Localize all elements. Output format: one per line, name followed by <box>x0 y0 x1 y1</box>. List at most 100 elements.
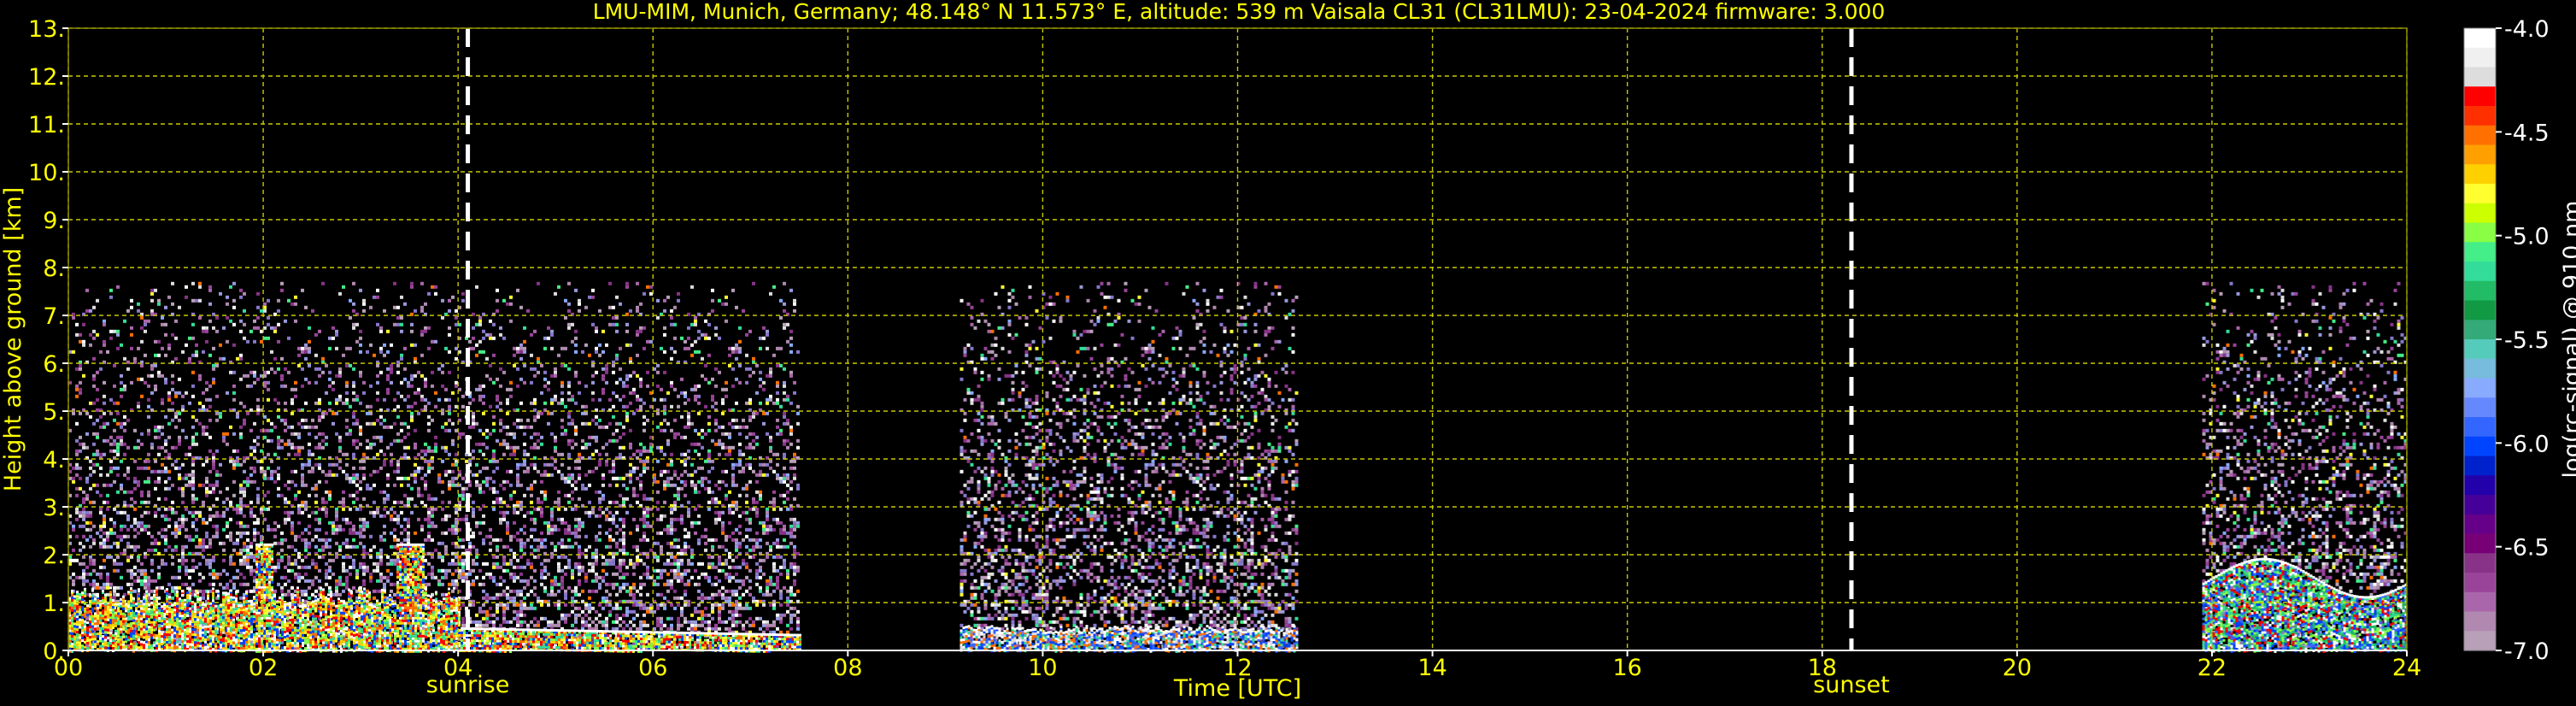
signal-pixel <box>584 384 588 388</box>
signal-pixel <box>290 592 294 597</box>
signal-pixel <box>601 329 605 333</box>
signal-pixel <box>656 582 660 586</box>
signal-pixel <box>96 531 99 535</box>
signal-pixel <box>72 315 75 320</box>
signal-pixel <box>485 356 489 361</box>
signal-pixel <box>232 462 236 467</box>
signal-pixel <box>537 438 540 443</box>
signal-pixel <box>103 401 106 405</box>
signal-pixel <box>608 534 612 538</box>
signal-pixel <box>547 473 550 477</box>
signal-pixel <box>318 521 321 525</box>
signal-pixel <box>229 579 232 583</box>
signal-pixel <box>328 521 332 525</box>
signal-pixel <box>130 572 133 576</box>
signal-pixel <box>352 585 355 590</box>
signal-pixel <box>393 582 396 586</box>
signal-pixel <box>386 374 390 378</box>
signal-pixel <box>359 401 362 405</box>
signal-pixel <box>154 548 157 552</box>
signal-pixel <box>420 305 424 309</box>
signal-pixel <box>523 579 526 583</box>
signal-pixel <box>246 558 249 562</box>
signal-pixel <box>198 315 202 320</box>
signal-pixel <box>167 507 171 511</box>
signal-pixel <box>164 486 167 491</box>
signal-pixel <box>571 575 574 580</box>
signal-pixel <box>414 476 417 480</box>
signal-pixel <box>130 497 133 501</box>
signal-pixel <box>294 380 297 385</box>
signal-pixel <box>489 404 492 409</box>
signal-pixel <box>649 339 653 344</box>
signal-pixel <box>147 582 150 586</box>
signal-pixel <box>492 353 496 357</box>
signal-pixel <box>434 524 437 528</box>
signal-pixel <box>502 517 506 521</box>
signal-pixel <box>516 479 519 484</box>
signal-pixel <box>513 534 516 538</box>
signal-pixel <box>164 541 167 545</box>
signal-pixel <box>219 291 222 296</box>
signal-pixel <box>113 479 116 484</box>
signal-pixel <box>444 346 448 350</box>
signal-pixel <box>386 367 390 371</box>
signal-pixel <box>335 579 338 583</box>
signal-pixel <box>198 483 202 487</box>
signal-pixel <box>455 524 458 528</box>
signal-pixel <box>393 438 396 443</box>
signal-pixel <box>598 343 601 347</box>
signal-pixel <box>89 521 92 525</box>
signal-pixel <box>571 572 574 576</box>
signal-pixel <box>352 479 355 484</box>
signal-pixel <box>130 326 133 330</box>
signal-pixel <box>249 555 253 559</box>
signal-pixel <box>588 295 591 299</box>
signal-pixel <box>564 592 567 597</box>
signal-pixel <box>598 497 601 501</box>
signal-pixel <box>352 380 355 385</box>
signal-pixel <box>643 514 646 518</box>
signal-pixel <box>533 418 537 422</box>
signal-pixel <box>338 438 342 443</box>
signal-pixel <box>256 500 260 504</box>
signal-pixel <box>619 562 622 566</box>
signal-pixel <box>622 585 625 590</box>
signal-pixel <box>530 425 533 429</box>
signal-pixel <box>222 527 226 532</box>
signal-pixel <box>560 521 564 525</box>
signal-pixel <box>273 534 277 538</box>
signal-pixel <box>540 541 543 545</box>
signal-pixel <box>249 510 253 515</box>
signal-pixel <box>92 442 96 446</box>
signal-pixel <box>639 575 643 580</box>
signal-pixel <box>191 435 195 439</box>
signal-pixel <box>472 449 475 453</box>
signal-pixel <box>185 473 188 477</box>
signal-pixel <box>120 343 123 347</box>
signal-pixel <box>82 445 85 450</box>
signal-pixel <box>236 459 239 463</box>
signal-pixel <box>533 579 537 583</box>
signal-pixel <box>253 319 256 323</box>
signal-pixel <box>82 510 85 515</box>
signal-pixel <box>451 562 455 566</box>
signal-pixel <box>632 572 636 576</box>
signal-pixel <box>373 469 376 474</box>
signal-pixel <box>643 572 646 576</box>
signal-pixel <box>574 479 578 484</box>
signal-pixel <box>208 490 212 494</box>
signal-pixel <box>249 473 253 477</box>
signal-pixel <box>82 534 85 538</box>
signal-pixel <box>328 565 332 569</box>
signal-pixel <box>92 500 96 504</box>
signal-pixel <box>379 534 383 538</box>
signal-pixel <box>509 483 513 487</box>
signal-pixel <box>208 507 212 511</box>
signal-pixel <box>103 411 106 415</box>
signal-pixel <box>366 568 369 573</box>
signal-pixel <box>537 411 540 415</box>
signal-pixel <box>297 579 301 583</box>
signal-pixel <box>612 404 615 409</box>
signal-pixel <box>578 579 581 583</box>
